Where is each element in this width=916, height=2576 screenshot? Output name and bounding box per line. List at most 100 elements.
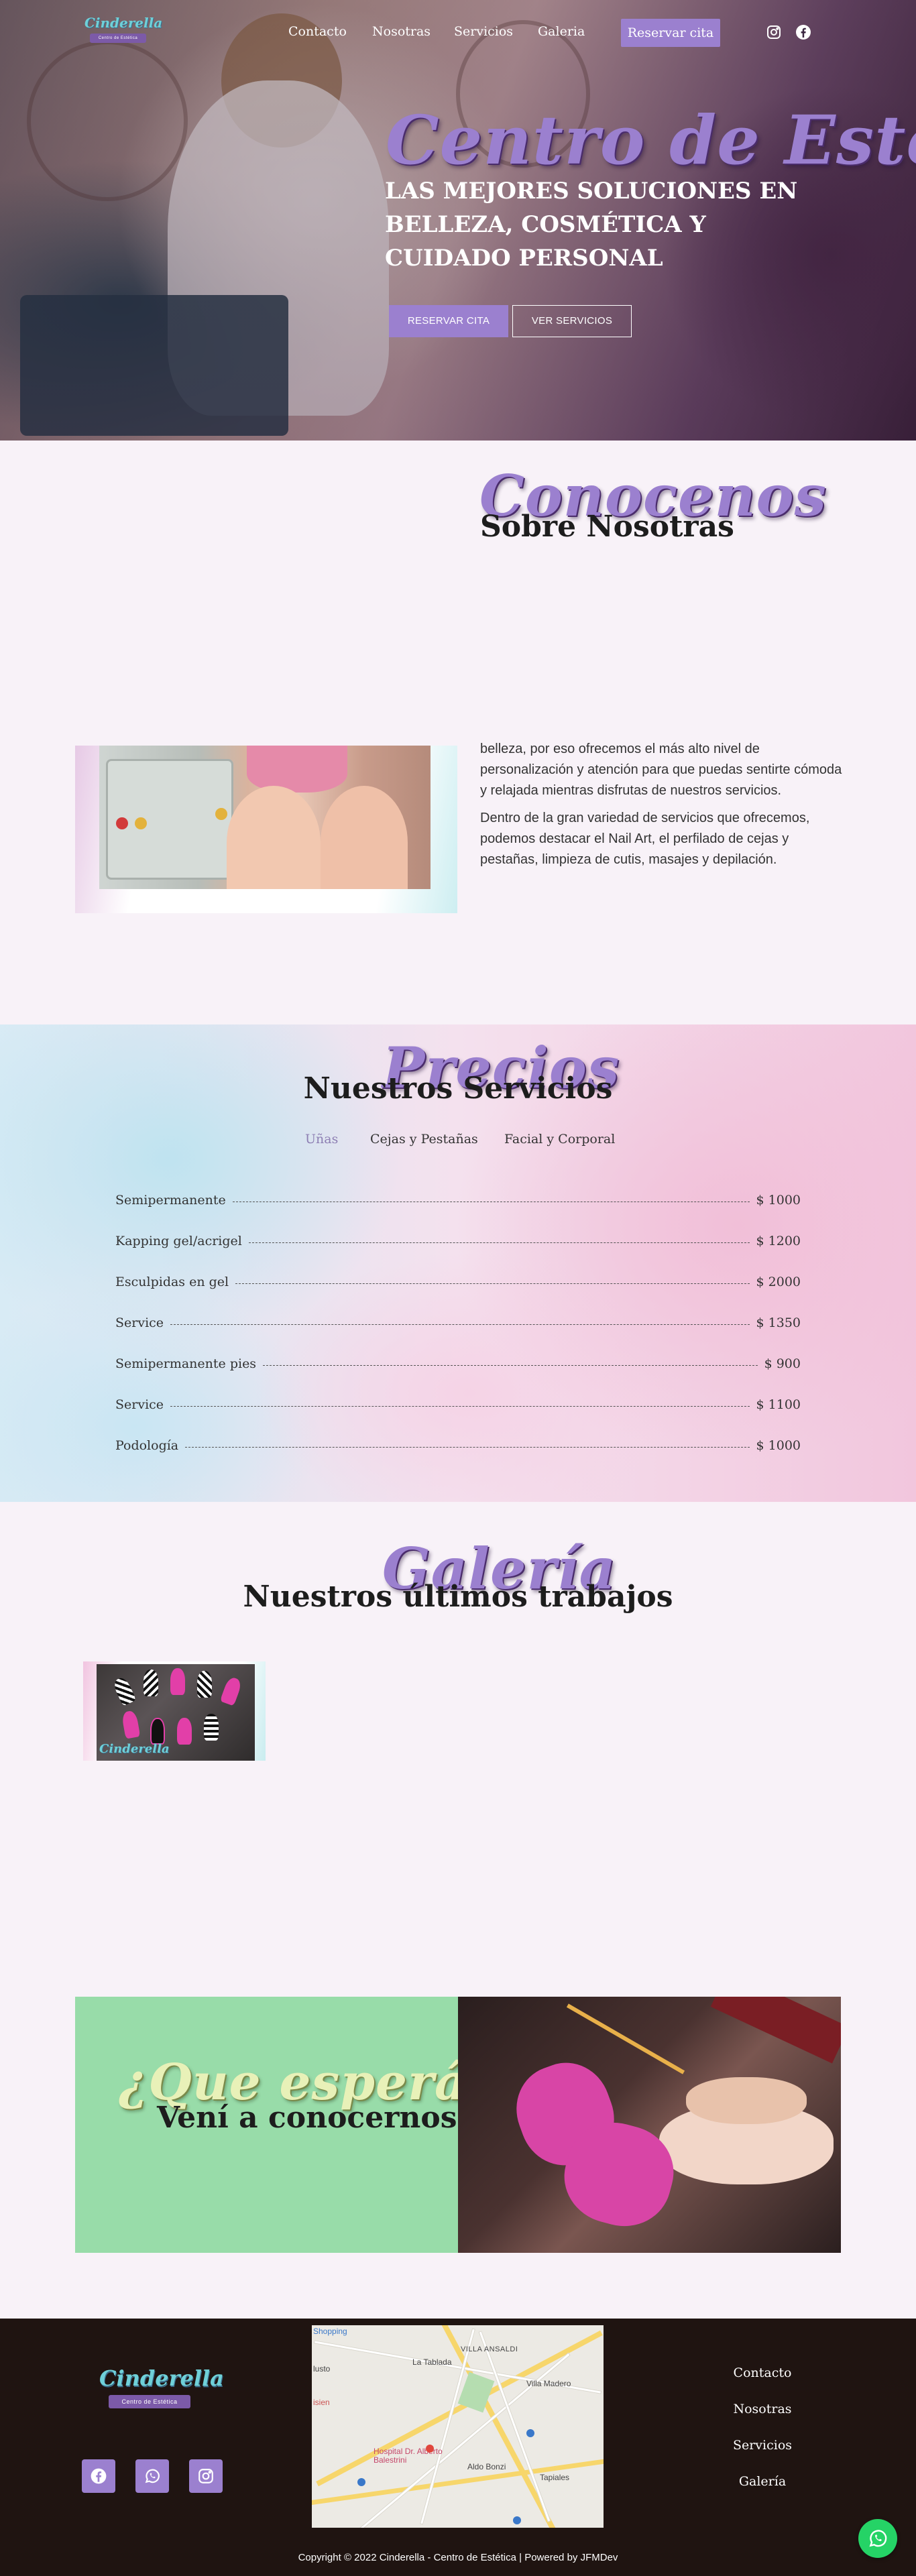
whatsapp-icon: [869, 2530, 887, 2547]
map-road: [434, 2325, 565, 2528]
whatsapp-icon[interactable]: [135, 2459, 169, 2493]
hero-headline: LAS MEJORES SOLUCIONES EN BELLEZA, COSMÉ…: [385, 178, 798, 272]
about-photo-leg: [321, 786, 408, 889]
price-row-price: $ 2000: [756, 1275, 801, 1289]
gallery-item[interactable]: Cinderella: [83, 1661, 266, 1761]
price-row-name: Semipermanente: [115, 1193, 226, 1208]
gallery-photo-detail: [111, 1676, 137, 1706]
price-row-price: $ 1350: [756, 1315, 801, 1330]
tab-cejas-pestanas[interactable]: Cejas y Pestañas: [370, 1132, 478, 1147]
footer-link-servicios[interactable]: Servicios: [695, 2438, 829, 2453]
price-row-price: $ 1000: [756, 1438, 801, 1453]
price-row-leader: [185, 1446, 750, 1448]
map-road: [478, 2331, 551, 2522]
map-pin-icon: [426, 2445, 434, 2453]
about-photo-detail: [215, 808, 227, 820]
gallery-photo-detail: [170, 1668, 185, 1695]
instagram-icon[interactable]: [189, 2459, 223, 2493]
price-row-price: $ 1000: [756, 1193, 801, 1208]
price-row: Semipermanente $ 1000: [115, 1190, 801, 1210]
about-paragraph: Dentro de la gran variedad de servicios …: [480, 811, 810, 867]
map-label: Aldo Bonzi: [467, 2462, 506, 2471]
about-paragraph: belleza, por eso ofrecemos el más alto n…: [480, 742, 842, 798]
brand-logo-name: Cinderella: [84, 15, 163, 31]
brand-logo-tagline: Centro de Estética: [90, 34, 146, 43]
cta-text-panel: ¿Que esperás? Vení a conocernos: [75, 1997, 525, 2253]
price-row-name: Podología: [115, 1438, 179, 1453]
hero-reservar-button[interactable]: RESERVAR CITA: [389, 305, 508, 337]
about-photo-machine: [106, 759, 233, 880]
cta-photo: [458, 1997, 841, 2253]
services-title: Nuestros Servicios: [303, 1071, 613, 1106]
price-row-leader: [235, 1283, 750, 1284]
tab-unas[interactable]: Uñas: [305, 1132, 338, 1147]
about-text: belleza, por eso ofrecemos el más alto n…: [480, 739, 842, 877]
map-pin-icon: [526, 2429, 534, 2437]
footer-logo[interactable]: Cinderella Centro de Estética: [99, 2365, 224, 2419]
nav-nosotras[interactable]: Nosotras: [372, 24, 431, 39]
price-row-leader: [170, 1405, 750, 1407]
map-label: isien: [313, 2398, 330, 2407]
footer-logo-name: Cinderella: [99, 2365, 224, 2391]
cta-title: Vení a conocernos: [157, 2101, 457, 2135]
about-photo-detail: [116, 817, 128, 829]
services-section: Precios Nuestros Servicios Uñas Cejas y …: [0, 1024, 916, 1502]
map-label: Shopping: [313, 2327, 347, 2336]
price-row: Kapping gel/acrigel $ 1200: [115, 1231, 801, 1251]
footer-link-contacto[interactable]: Contacto: [695, 2365, 829, 2380]
facebook-icon[interactable]: [795, 24, 811, 40]
gallery-photo-detail: [204, 1714, 219, 1741]
price-row: Service $ 1100: [115, 1395, 801, 1415]
cta-photo-detail: [566, 2003, 685, 2074]
map-label: Tapiales: [540, 2473, 570, 2482]
about-title: Sobre Nosotras: [480, 510, 734, 544]
map-label: La Tablada: [412, 2357, 452, 2367]
about-photo-leg: [227, 786, 321, 889]
hero-script-title: Centro de Estética: [386, 101, 916, 180]
price-row-price: $ 900: [764, 1356, 801, 1371]
about-photo: [99, 746, 431, 889]
price-row: Esculpidas en gel $ 2000: [115, 1272, 801, 1292]
price-row-name: Esculpidas en gel: [115, 1275, 229, 1289]
map-pin-icon: [357, 2478, 365, 2486]
price-row-name: Semipermanente pies: [115, 1356, 257, 1371]
gallery-photo: Cinderella: [97, 1664, 255, 1761]
gallery-photo-detail: [219, 1676, 243, 1706]
tab-facial-corporal[interactable]: Facial y Corporal: [504, 1132, 615, 1147]
gallery-photo-detail: [121, 1710, 141, 1739]
price-row-leader: [263, 1364, 758, 1366]
gallery-photo-detail: [177, 1718, 192, 1745]
instagram-icon[interactable]: [766, 24, 782, 40]
map-pin-icon: [513, 2516, 521, 2524]
nav-servicios[interactable]: Servicios: [454, 24, 513, 39]
map-label: lusto: [313, 2364, 331, 2374]
facebook-icon[interactable]: [82, 2459, 115, 2493]
cta-photo-detail: [686, 2077, 807, 2124]
location-map[interactable]: Shopping lusto VILLA ANSALDI La Tablada …: [312, 2325, 604, 2528]
price-row: Podología $ 1000: [115, 1436, 801, 1456]
brand-logo[interactable]: Cinderella Centro de Estética: [84, 13, 163, 48]
hero-servicios-button[interactable]: VER SERVICIOS: [512, 305, 632, 337]
cta-photo-detail: [710, 1997, 841, 2064]
gallery-title: Nuestros últimos trabajos: [243, 1580, 673, 1614]
map-label: VILLA ANSALDI: [461, 2345, 518, 2353]
gallery-watermark: Cinderella: [99, 1742, 170, 1756]
about-photo-hand: [247, 746, 347, 793]
nav-galeria[interactable]: Galeria: [538, 24, 585, 39]
gallery-photo-detail: [150, 1718, 165, 1745]
price-row-name: Service: [115, 1397, 164, 1412]
footer-link-nosotras[interactable]: Nosotras: [695, 2402, 829, 2416]
gallery-photo-detail: [197, 1671, 212, 1698]
nav-contacto[interactable]: Contacto: [288, 24, 347, 39]
footer-link-galeria[interactable]: Galería: [695, 2474, 829, 2489]
copyright: Copyright © 2022 Cinderella - Centro de …: [298, 2552, 618, 2563]
price-row-leader: [170, 1324, 750, 1325]
nav-reservar-button[interactable]: Reservar cita: [621, 19, 720, 47]
price-row-name: Kapping gel/acrigel: [115, 1234, 242, 1248]
footer: Cinderella Centro de Estética Shopping l…: [0, 2319, 916, 2576]
hero-section: Cinderella Centro de Estética Contacto N…: [0, 0, 916, 441]
price-row-price: $ 1200: [756, 1234, 801, 1248]
price-row: Semipermanente pies $ 900: [115, 1354, 801, 1374]
map-label: Villa Madero: [526, 2379, 571, 2388]
whatsapp-float-button[interactable]: [858, 2519, 897, 2558]
